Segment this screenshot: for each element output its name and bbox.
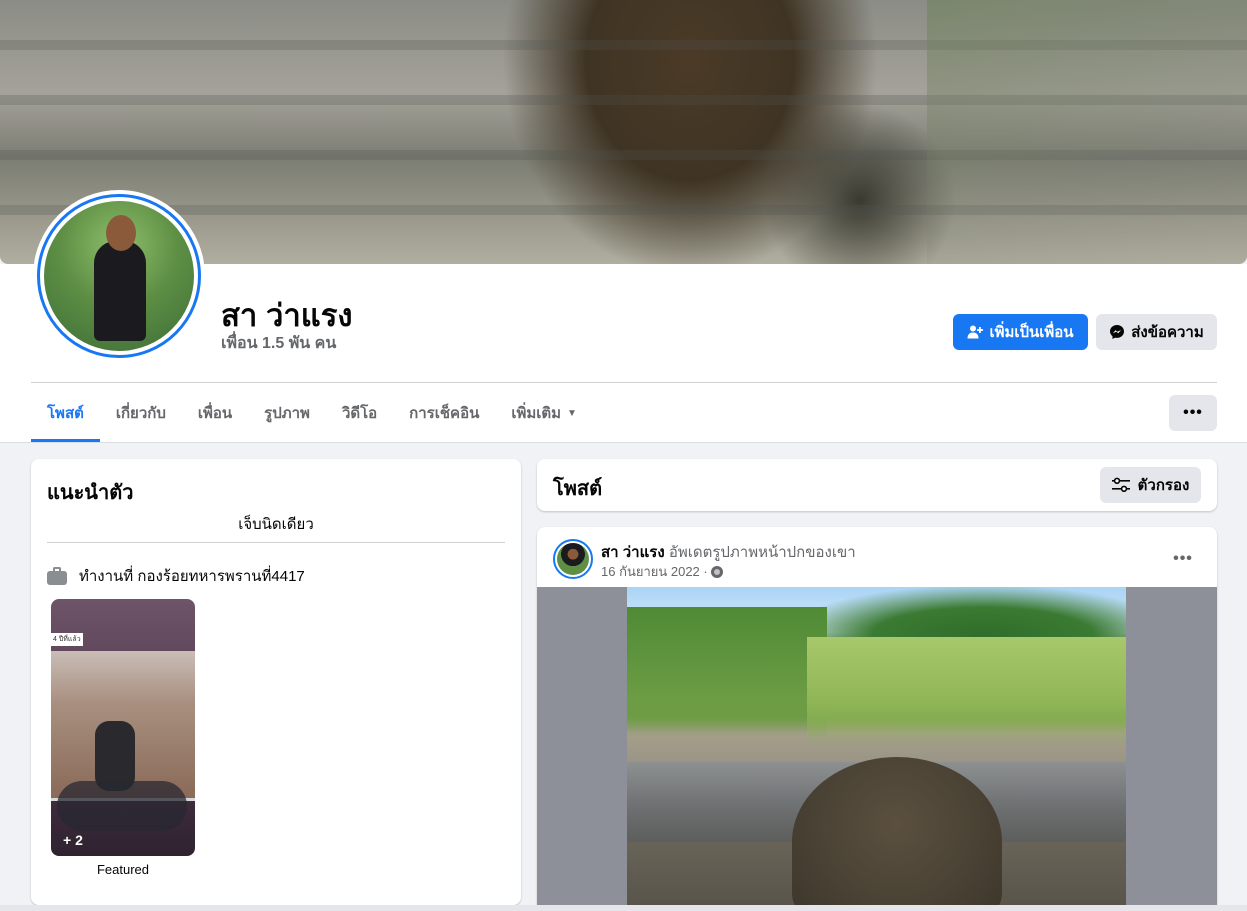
tab-label: โพสต์	[47, 405, 84, 422]
posts-header-card: โพสต์ ตัวกรอง	[537, 459, 1217, 511]
post-action: อัพเดตรูปภาพหน้าปกของเขา	[668, 544, 856, 561]
globe-icon[interactable]	[710, 565, 723, 578]
filter-label: ตัวกรอง	[1137, 477, 1190, 494]
profile-more-button[interactable]: •••	[1169, 395, 1217, 431]
briefcase-icon	[47, 566, 67, 586]
intro-card: แนะนำตัว เจ็บนิดเดียว ทำงานที่ กองร้อยทห…	[31, 459, 521, 905]
sliders-icon	[1111, 477, 1130, 492]
more-dots-icon: •••	[1183, 404, 1203, 421]
caret-down-icon: ▼	[567, 407, 577, 419]
tab-videos[interactable]: วิดีโอ	[326, 384, 393, 442]
message-button[interactable]: ส่งข้อความ	[1096, 314, 1217, 350]
profile-tabs: โพสต์ เกี่ยวกับ เพื่อน รูปภาพ วิดีโอ การ…	[31, 384, 593, 442]
post-date[interactable]: 16 กันยายน 2022 ·	[601, 561, 708, 582]
page-bottom-edge	[0, 905, 1247, 911]
add-friend-button[interactable]: เพิ่มเป็นเพื่อน	[953, 314, 1088, 350]
work-text[interactable]: ทำงานที่ กองร้อยทหารพรานที่4417	[79, 564, 305, 588]
tab-photos[interactable]: รูปภาพ	[248, 384, 326, 442]
tab-label: รูปภาพ	[264, 405, 310, 422]
tab-posts[interactable]: โพสต์	[31, 384, 100, 442]
post-photo[interactable]	[627, 587, 1126, 911]
friends-count[interactable]: เพื่อน 1.5 พัน คน	[221, 331, 336, 356]
filter-button[interactable]: ตัวกรอง	[1100, 467, 1201, 503]
featured-more-count: + 2	[63, 832, 83, 848]
post-meta: 16 กันยายน 2022 ·	[601, 561, 723, 582]
posts-title: โพสต์	[553, 478, 603, 500]
tab-label: เพื่อน	[197, 405, 233, 422]
more-dots-icon: •••	[1173, 550, 1193, 567]
post-card: สา ว่าแรง อัพเดตรูปภาพหน้าปกของเขา 16 กั…	[537, 527, 1217, 911]
intro-work-item: ทำงานที่ กองร้อยทหารพรานที่4417	[47, 564, 305, 588]
post-author-avatar[interactable]	[553, 539, 593, 579]
tab-label: เกี่ยวกับ	[115, 405, 166, 422]
post-author[interactable]: สา ว่าแรง	[601, 544, 665, 561]
header-divider	[31, 382, 1217, 383]
post-more-button[interactable]: •••	[1165, 541, 1201, 577]
message-label: ส่งข้อความ	[1131, 324, 1204, 341]
intro-title: แนะนำตัว	[47, 482, 134, 504]
featured-date-tag: 4 ปีที่แล้ว	[51, 633, 83, 646]
intro-bio: เจ็บนิดเดียว	[238, 516, 314, 533]
post-media[interactable]	[537, 587, 1217, 911]
featured-label: Featured	[96, 862, 150, 877]
profile-avatar[interactable]	[33, 190, 205, 362]
tab-label: เพิ่มเติม	[511, 405, 562, 422]
intro-divider	[47, 542, 505, 543]
tab-more[interactable]: เพิ่มเติม ▼	[495, 384, 593, 442]
add-friend-label: เพิ่มเป็นเพื่อน	[989, 324, 1074, 341]
tab-label: วิดีโอ	[341, 405, 378, 422]
tab-label: การเช็คอิน	[409, 405, 480, 422]
tab-friends[interactable]: เพื่อน	[182, 384, 248, 442]
messenger-icon	[1110, 325, 1125, 339]
featured-collection[interactable]: 4 ปีที่แล้ว + 2	[51, 599, 195, 856]
tab-about[interactable]: เกี่ยวกับ	[100, 384, 182, 442]
person-plus-icon	[967, 325, 984, 339]
tab-checkins[interactable]: การเช็คอิน	[393, 384, 495, 442]
